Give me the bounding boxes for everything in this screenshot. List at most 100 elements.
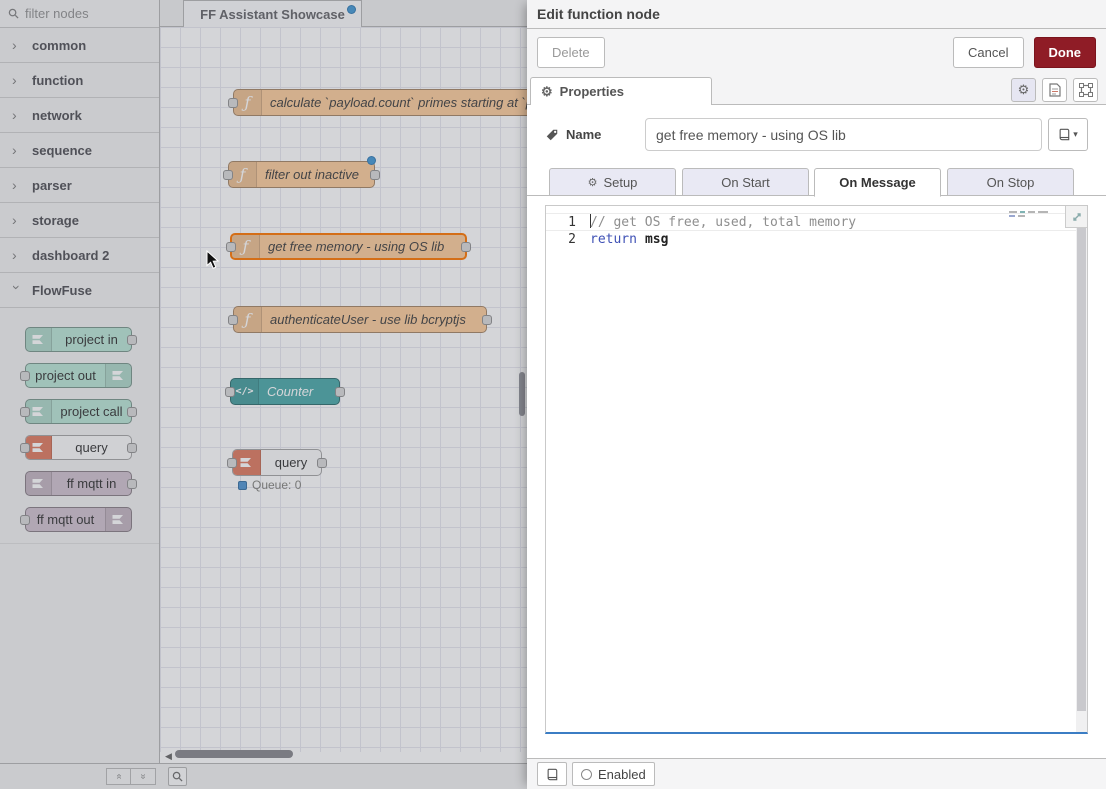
palette-node-ff-mqtt-out[interactable]: ff mqtt out [25,507,132,532]
palette-node-query[interactable]: query [25,435,132,460]
input-port[interactable] [225,387,235,397]
palette-category-common[interactable]: ›common [0,28,159,63]
edit-properties-button[interactable]: ⚙ [1011,78,1036,102]
input-port[interactable] [227,458,237,468]
done-button[interactable]: Done [1034,37,1097,68]
flowfuse-icon [233,450,261,475]
palette-node-project-in[interactable]: project in [25,327,132,352]
flow-node-get-free-memory[interactable]: ƒ get free memory - using OS lib [230,233,467,260]
output-port[interactable] [127,335,137,345]
output-port[interactable] [127,443,137,453]
expand-icon [1071,211,1083,223]
caret-down-icon: ▾ [1073,129,1078,140]
code-editor[interactable]: 1 // get OS free, used, total memory 2 r… [545,205,1088,734]
output-port[interactable] [482,315,492,325]
palette-category-sequence[interactable]: ›sequence [0,133,159,168]
enabled-state-icon [581,769,592,780]
flowfuse-icon [105,508,131,531]
vertical-scrollbar[interactable] [519,372,525,416]
chevron-right-icon: › [12,212,22,228]
function-icon: ƒ [234,90,262,115]
palette-category-function[interactable]: ›function [0,63,159,98]
function-tabs: ⚙ Setup On Start On Message On Stop [527,166,1106,196]
document-icon [1049,83,1061,97]
chevron-right-icon: › [12,107,22,123]
palette-node-project-call[interactable]: project call [25,399,132,424]
output-port[interactable] [461,242,471,252]
output-port[interactable] [370,170,380,180]
input-port[interactable] [228,315,238,325]
palette-category-storage[interactable]: ›storage [0,203,159,238]
input-port[interactable] [226,242,236,252]
scroll-left-arrow[interactable]: ◀ [165,751,172,762]
function-icon: ƒ [232,235,260,258]
expand-categories-button[interactable]: « [131,768,156,785]
line-number: 1 [546,214,590,230]
flow-node-calculate-primes[interactable]: ƒ calculate `payload.count` primes start… [233,89,527,116]
node-appearance-button[interactable] [1073,78,1098,102]
editor-scrollbar[interactable] [1076,206,1087,732]
workspace-tabbar: FF Assistant Showcase [160,0,527,27]
palette-flowfuse-nodes: project in project out project call quer… [0,308,159,544]
tab-on-start[interactable]: On Start [682,168,809,196]
input-port[interactable] [20,443,30,453]
input-port[interactable] [20,515,30,525]
output-port[interactable] [127,407,137,417]
node-status: Queue: 0 [238,478,301,492]
code-line-1[interactable]: 1 // get OS free, used, total memory [546,213,1087,231]
properties-tab[interactable]: ⚙ Properties [530,77,712,105]
input-port[interactable] [223,170,233,180]
palette-category-parser[interactable]: ›parser [0,168,159,203]
tab-setup[interactable]: ⚙ Setup [549,168,676,196]
tray-body: Name ▾ ⚙ Setup On Start On Message On St… [527,105,1106,758]
output-port[interactable] [127,479,137,489]
node-name-input[interactable] [645,118,1042,151]
output-port[interactable] [335,387,345,397]
tab-changed-indicator [347,5,356,14]
workspace-tab[interactable]: FF Assistant Showcase [183,0,362,27]
tab-on-message[interactable]: On Message [814,168,941,197]
palette-category-flowfuse[interactable]: ›FlowFuse [0,273,159,308]
enabled-toggle-button[interactable]: Enabled [572,762,655,786]
cancel-button[interactable]: Cancel [953,37,1023,68]
collapse-categories-button[interactable]: « [106,768,131,785]
tray-tab-row: ⚙ Properties ⚙ [527,76,1106,105]
flow-node-counter[interactable]: </> Counter [230,378,340,405]
flow-canvas[interactable]: FF Assistant Showcase ƒ calculate `paylo… [160,0,527,763]
flowfuse-icon [26,472,52,495]
input-port[interactable] [228,98,238,108]
tag-icon [545,128,559,142]
canvas-search-button[interactable] [168,767,187,786]
tab-on-stop[interactable]: On Stop [947,168,1074,196]
node-description-button[interactable] [1042,78,1067,102]
gear-icon: ⚙ [1018,82,1030,98]
expand-editor-button[interactable] [1065,206,1087,228]
palette-category-dashboard2[interactable]: ›dashboard 2 [0,238,159,273]
tray-title: Edit function node [527,0,1106,29]
chevron-right-icon: › [12,142,22,158]
library-dropdown-button[interactable]: ▾ [1048,118,1088,151]
code-line-2[interactable]: 2 return msg [546,231,1087,249]
flow-node-query[interactable]: query [232,449,322,476]
flow-node-filter-out-inactive[interactable]: ƒ filter out inactive [228,161,375,188]
node-changed-indicator [367,156,376,165]
input-port[interactable] [20,407,30,417]
palette-filter-input[interactable] [25,6,135,21]
input-port[interactable] [20,371,30,381]
flow-node-authenticate-user[interactable]: ƒ authenticateUser - use lib bcryptjs [233,306,487,333]
palette-node-project-out[interactable]: project out [25,363,132,388]
tray-footer: Enabled [527,758,1106,789]
node-red-editor: ›common ›function ›network ›sequence ›pa… [0,0,1106,789]
chevron-right-icon: › [12,247,22,263]
palette-category-network[interactable]: ›network [0,98,159,133]
node-palette: ›common ›function ›network ›sequence ›pa… [0,0,160,763]
palette-search[interactable] [0,0,159,28]
function-icon: ƒ [229,162,257,187]
delete-button[interactable]: Delete [537,37,605,68]
palette-node-ff-mqtt-in[interactable]: ff mqtt in [25,471,132,496]
horizontal-scrollbar[interactable] [175,750,293,758]
flowfuse-icon [26,328,52,351]
output-port[interactable] [317,458,327,468]
library-button[interactable] [537,762,567,786]
status-dot [238,481,247,490]
